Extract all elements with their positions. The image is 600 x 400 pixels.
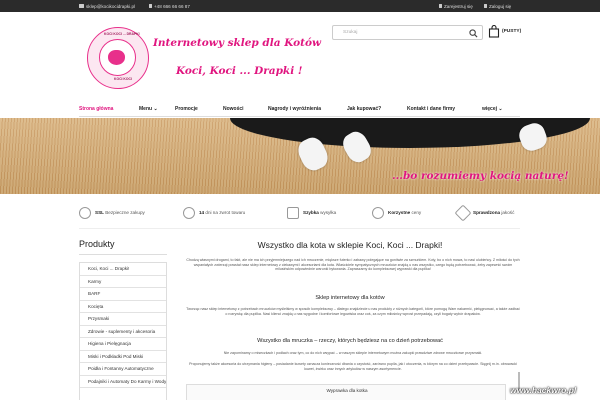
sidebar-item-karmy[interactable]: Karmy — [80, 276, 166, 288]
sidebar-item-kocieta[interactable]: Kocięta — [80, 301, 166, 313]
sidebar-title: Produkty — [79, 239, 115, 249]
sidebar-item-koci-koci-drapki[interactable]: Koci, Koci ... Drapki! — [80, 263, 166, 276]
search-box[interactable]: Szukaj — [332, 25, 483, 40]
tag-icon — [454, 204, 472, 222]
main-nav: Strona główna Menu ⌄ Promocje Nowości Na… — [79, 101, 520, 117]
logo-text-bottom: KOCI KOCI — [114, 77, 132, 81]
product-box[interactable]: Wyprawka dla kotka — [186, 384, 506, 400]
header-title: Internetowy sklep dla Kotów — [153, 37, 322, 49]
shop-logo[interactable]: KOCI KOCI ... DRAPKI KOCI KOCI — [87, 27, 149, 89]
header-subtitle: Koci, Koci ... Drapki ! — [176, 65, 303, 77]
nav-item-how-to-buy[interactable]: Jak kupować? — [347, 106, 381, 112]
sidebar-item-barf[interactable]: BARF — [80, 288, 166, 301]
nav-item-contact[interactable]: Kontakt i dane firmy — [407, 106, 455, 112]
shopping-bag-icon[interactable] — [488, 25, 500, 38]
truck-icon — [287, 207, 299, 219]
sidebar-item-podajniki[interactable]: Podajniki i Automaty Do Karmy i Wody — [80, 376, 166, 388]
nav-item-promotions[interactable]: Promocje — [175, 106, 198, 112]
category-list: Koci, Koci ... Drapki! Karmy BARF Kocięt… — [79, 262, 167, 400]
search-icon[interactable] — [469, 28, 478, 38]
shield-icon — [79, 207, 91, 219]
login-link[interactable]: Zaloguj się — [484, 4, 511, 9]
nav-item-more[interactable]: więcej ⌄ — [482, 106, 503, 112]
intro-paragraph: Chodzą własnymi drogami, to fakt, ale ni… — [186, 258, 520, 272]
phone-link[interactable]: +48 666 66 66 87 — [149, 4, 190, 9]
section-heading: Sklep internetowy dla kotów — [315, 295, 385, 301]
phone-icon — [149, 4, 152, 8]
sidebar-item-miski[interactable]: Miski i Podkładki Pod Miski — [80, 351, 166, 363]
sidebar-item-poidla[interactable]: Poidła i Fontanny Automatyczne — [80, 363, 166, 376]
sidebar-item-zdrowie[interactable]: Zdrowie - suplementy i akcesoria — [80, 326, 166, 338]
envelope-icon — [79, 4, 84, 8]
search-input[interactable]: Szukaj — [343, 30, 357, 35]
product-box-title: Wyprawka dla kotka — [326, 388, 368, 393]
lock-icon — [439, 4, 442, 8]
top-bar: sklep@kocikocidrapki.pl +48 666 66 66 87… — [0, 0, 600, 12]
coins-icon — [372, 207, 384, 219]
cart-status[interactable]: (PUSTY) — [502, 29, 521, 34]
section-paragraph: Proponujemy także akcesoria do utrzymani… — [189, 362, 517, 371]
sidebar-item-higiena[interactable]: Higiena i Pielęgnacja — [80, 338, 166, 351]
page-title: Wszystko dla kota w sklepie Koci, Koci .… — [257, 240, 443, 250]
section-heading: Wszystko dla mruczka – rzeczy, których b… — [257, 338, 443, 344]
hero-banner: ...bo rozumiemy kocią naturę! — [0, 118, 600, 194]
nav-item-home[interactable]: Strona główna — [79, 106, 113, 112]
section-paragraph: Nie zapominamy o miseczkach i podłach or… — [223, 351, 483, 355]
email-link[interactable]: sklep@kocikocidrapki.pl — [79, 4, 135, 9]
divider — [79, 228, 520, 229]
watermark: www.hackwro.pl — [510, 385, 577, 395]
nav-item-awards[interactable]: Nagrody i wyróżnienia — [268, 106, 321, 112]
nav-item-menu[interactable]: Menu ⌄ — [139, 106, 158, 112]
divider — [79, 254, 167, 255]
nav-item-new[interactable]: Nowości — [223, 106, 244, 112]
features-bar: SSL Bezpieczne zakupy 14 dni na zwrot to… — [79, 204, 520, 222]
paw-icon — [108, 50, 125, 65]
logo-text-top: KOCI KOCI ... DRAPKI — [104, 32, 140, 36]
hero-slogan: ...bo rozumiemy kocią naturę! — [392, 170, 569, 182]
user-icon — [484, 4, 487, 8]
sidebar-item-przysmaki[interactable]: Przysmaki — [80, 313, 166, 326]
register-link[interactable]: Zarejestruj się — [439, 4, 473, 9]
section-paragraph: Tworząc nasz sklep internetowy z potrzeb… — [186, 307, 520, 316]
refresh-icon — [183, 207, 195, 219]
